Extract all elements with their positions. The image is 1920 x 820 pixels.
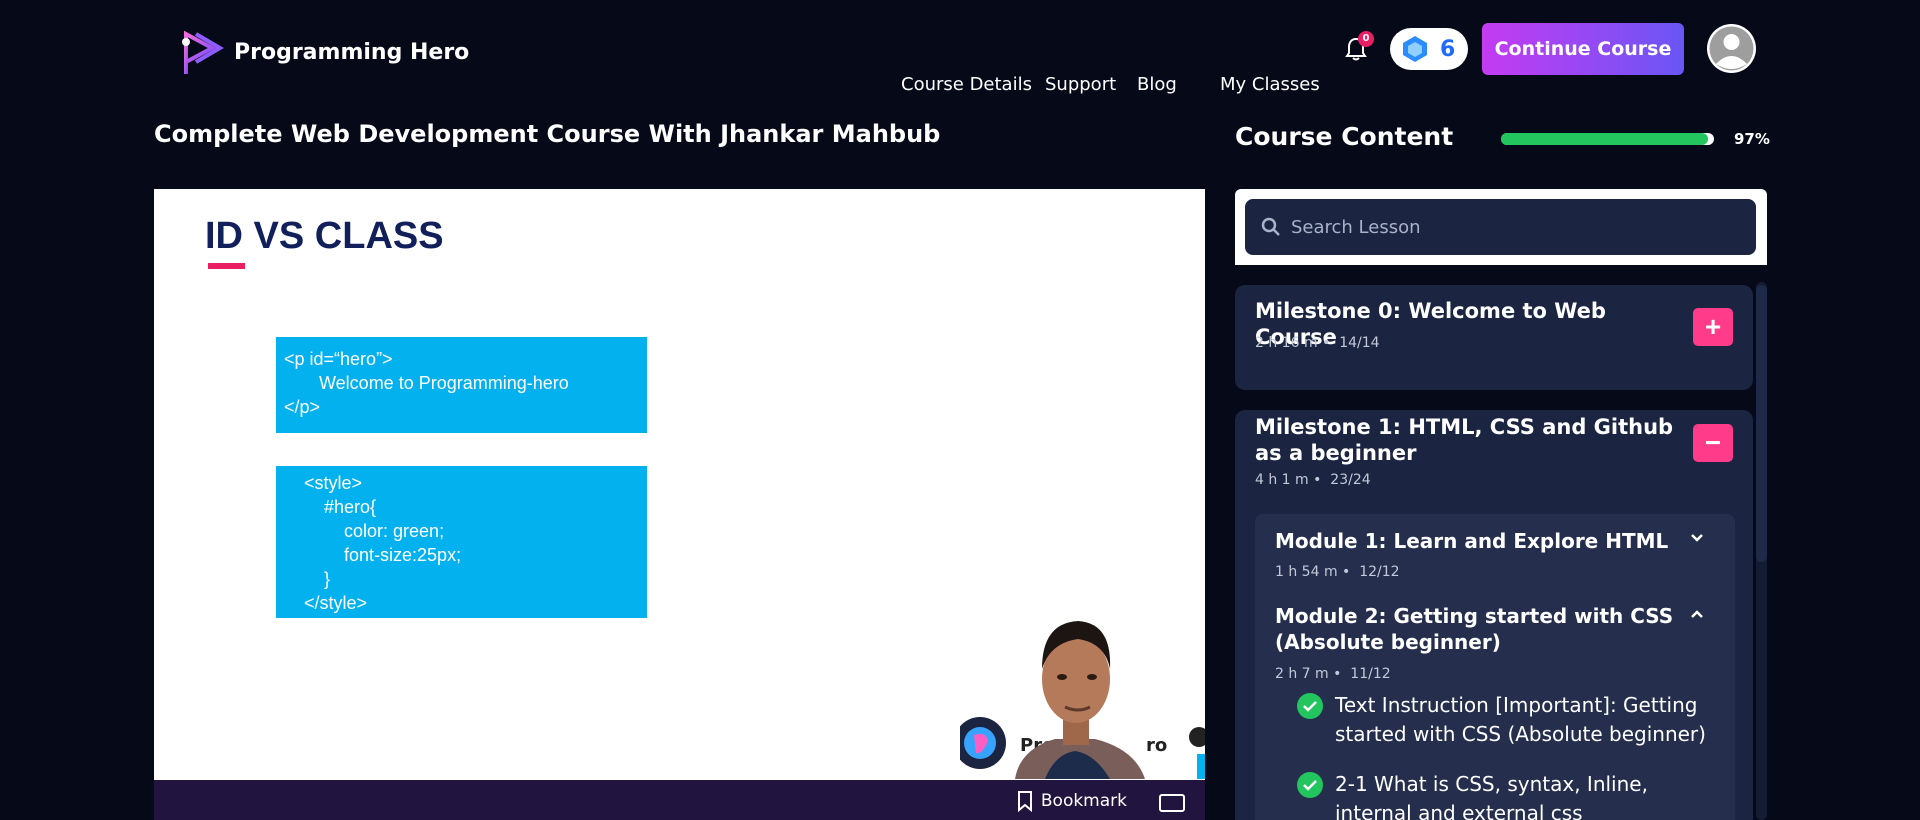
code-line: font-size:25px; [284,545,462,565]
module-progress: 11/12 [1350,666,1391,682]
code-snippet-html: <p id=“hero”> Welcome to Programming-her… [276,337,647,433]
video-player[interactable]: ID VS CLASS <p id=“hero”> Welcome to Pro… [154,189,1205,820]
module-duration: 1 h 54 m [1275,564,1338,580]
search-panel [1235,189,1767,265]
lesson-title: Text Instruction [Important]: Getting st… [1335,693,1706,746]
lesson-item[interactable]: 2-1 What is CSS, syntax, Inline, interna… [1297,770,1717,820]
collapse-milestone-button[interactable]: − [1693,424,1733,462]
code-line: color: green; [284,521,445,541]
milestone-duration: 4 h 1 m [1255,472,1309,488]
search-box [1245,199,1756,255]
check-circle-icon [1297,772,1323,798]
module-title[interactable]: Module 2: Getting started with CSS (Abso… [1275,603,1675,655]
check-circle-icon [1297,693,1323,719]
course-progress-fill [1501,133,1708,145]
page-title: Complete Web Development Course With Jha… [154,120,941,148]
chevron-down-icon[interactable] [1689,532,1705,544]
code-line: <style> [284,473,363,493]
svg-text:ro: ro [1146,735,1167,756]
expand-milestone-button[interactable]: + [1693,308,1733,346]
code-snippet-css: <style> #hero{ color: green; font-size:2… [276,466,647,618]
notification-badge: 0 [1358,31,1374,47]
lesson-item[interactable]: Text Instruction [Important]: Getting st… [1297,691,1717,749]
course-progress-label: 97% [1734,130,1770,148]
bookmark-label: Bookmark [1040,791,1127,811]
theater-mode-icon[interactable] [1159,794,1185,812]
brand-name: Programming Hero [234,39,470,65]
slide-title: ID VS CLASS [205,215,444,257]
code-line: <p id=“hero”> [284,349,393,369]
chevron-up-icon[interactable] [1689,608,1705,620]
lesson-title: 2-1 What is CSS, syntax, Inline, interna… [1335,772,1648,820]
user-avatar-icon [1709,26,1754,71]
milestone-meta: 4 h 1 m • 23/24 [1255,472,1371,488]
nav-my-classes[interactable]: My Classes [1220,74,1320,95]
module-meta: 1 h 54 m • 12/12 [1275,564,1400,580]
code-line: } [284,569,331,589]
module-title[interactable]: Module 1: Learn and Explore HTML [1275,528,1675,554]
milestone-title: Milestone 1: HTML, CSS and Github as a b… [1255,415,1674,465]
top-header: Programming Hero Course Details Support … [0,0,1920,98]
nav-blog[interactable]: Blog [1137,74,1177,95]
code-line: #hero{ [284,497,377,517]
module-progress: 12/12 [1359,564,1400,580]
sidebar-scrollbar-thumb[interactable] [1756,285,1767,562]
milestone-meta: 2 h 16 m • 14/14 [1255,335,1380,351]
bookmark-button[interactable]: Bookmark [1017,790,1127,812]
continue-course-button[interactable]: Continue Course [1482,23,1684,75]
brand-logo[interactable]: Programming Hero [176,26,469,78]
nav-support[interactable]: Support [1045,74,1116,95]
gems-counter[interactable]: 6 [1390,28,1468,70]
programming-hero-logo-icon [182,30,224,74]
gem-icon [1403,36,1427,62]
search-input[interactable] [1291,216,1731,238]
gems-count: 6 [1440,36,1456,62]
milestone-duration: 2 h 16 m [1255,335,1318,351]
search-icon [1261,217,1280,236]
module-meta: 2 h 7 m • 11/12 [1275,666,1391,682]
milestone-progress: 23/24 [1330,472,1371,488]
milestone-item[interactable]: Milestone 0: Welcome to Web Course 2 h 1… [1235,285,1753,390]
code-line: </p> [284,397,321,417]
avatar[interactable] [1707,24,1756,73]
presenter-webcam: Pro ro [960,621,1205,779]
nav-course-details[interactable]: Course Details [901,74,1032,95]
module-duration: 2 h 7 m [1275,666,1329,682]
slide-title-underline [208,263,245,269]
course-progress-bar [1501,133,1714,145]
course-content-title: Course Content [1235,122,1454,151]
milestone-progress: 14/14 [1339,335,1380,351]
video-toolbar: Bookmark [154,780,1205,820]
module-list: Module 1: Learn and Explore HTML 1 h 54 … [1255,514,1735,820]
code-line: Welcome to Programming-hero [284,373,569,393]
bookmark-icon [1017,791,1032,812]
code-line: </style> [284,593,368,613]
